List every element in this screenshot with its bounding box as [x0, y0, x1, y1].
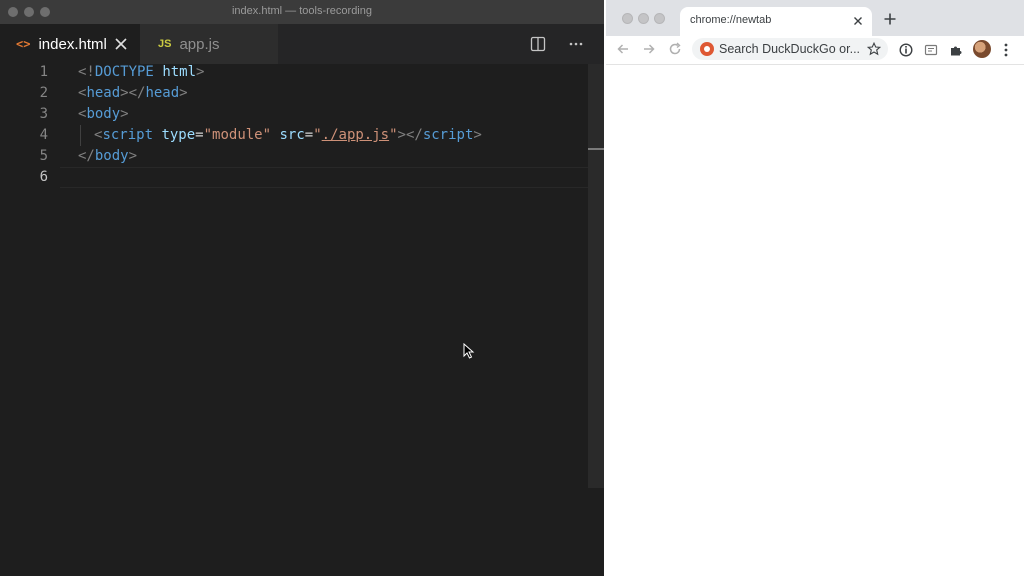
code-editor[interactable]: 1 2 3 4 5 6 <!DOCTYPE html> <head></head…: [0, 64, 604, 576]
line-number: 3: [39, 106, 48, 122]
window-title: index.html — tools-recording: [231, 5, 372, 17]
browser-tab-title: chrome://newtab: [690, 14, 772, 26]
split-editor-icon: [530, 36, 546, 52]
zoom-window-button[interactable]: [654, 13, 665, 24]
code-token: "module": [203, 127, 272, 143]
new-tab-icon[interactable]: [883, 12, 897, 26]
duckduckgo-icon: [700, 42, 714, 56]
code-token: >: [196, 64, 205, 80]
reload-icon[interactable]: [668, 42, 682, 56]
code-token: ": [389, 127, 398, 143]
code-token: type: [161, 127, 196, 143]
back-arrow-icon[interactable]: [616, 42, 630, 56]
code-line-3: <body>: [78, 104, 129, 125]
ellipsis-icon: [569, 42, 583, 46]
js-icon: JS: [158, 38, 172, 50]
close-window-button[interactable]: [622, 13, 633, 24]
close-icon[interactable]: [852, 15, 864, 27]
kebab-menu-icon[interactable]: [1004, 42, 1008, 58]
chrome-toolbar: Search DuckDuckGo or...: [606, 36, 1024, 65]
more-actions-button[interactable]: [566, 34, 586, 54]
chrome-window: chrome://newtab Search DuckDuckGo or...: [606, 0, 1024, 576]
tab-index-html[interactable]: <> index.html: [0, 24, 140, 64]
code-line-2: <head></head>: [78, 83, 188, 104]
code-token: body: [86, 106, 121, 122]
code-token: script: [102, 127, 154, 143]
tab-app-js[interactable]: JS app.js: [140, 24, 278, 64]
star-icon[interactable]: [867, 42, 881, 56]
current-line-highlight: [60, 167, 602, 188]
code-token: src: [279, 127, 305, 143]
profile-avatar[interactable]: [973, 40, 991, 58]
line-number-gutter: 1 2 3 4 5 6: [0, 64, 60, 576]
html-icon: <>: [16, 37, 31, 51]
code-line-1: <!DOCTYPE html>: [78, 62, 204, 83]
info-extension-icon[interactable]: [899, 43, 913, 57]
code-token: =: [195, 127, 204, 143]
code-token: head: [86, 85, 121, 101]
browser-tab[interactable]: chrome://newtab: [680, 7, 872, 36]
code-token: >: [179, 85, 188, 101]
tab-label: index.html: [38, 35, 107, 53]
code-token: ></: [397, 127, 423, 143]
file-link[interactable]: ./app.js: [322, 127, 389, 143]
code-token: >: [128, 148, 138, 164]
chrome-tab-strip: chrome://newtab: [606, 0, 1024, 36]
vertical-scrollbar[interactable]: [588, 64, 604, 488]
indent-guide: [80, 125, 81, 146]
code-token: >: [120, 106, 129, 122]
close-icon[interactable]: [114, 37, 128, 51]
puzzle-extensions-icon[interactable]: [949, 43, 963, 57]
reader-extension-icon[interactable]: [924, 43, 938, 57]
address-bar-placeholder: Search DuckDuckGo or...: [719, 42, 861, 56]
code-token: <!: [78, 64, 95, 80]
mouse-cursor-icon: [463, 343, 475, 359]
code-token: =: [304, 127, 314, 143]
minimize-window-button[interactable]: [638, 13, 649, 24]
code-token: head: [145, 85, 180, 101]
code-line-4: <script type="module" src="./app.js"></s…: [94, 125, 482, 146]
code-token: script: [422, 127, 474, 143]
address-bar[interactable]: Search DuckDuckGo or...: [692, 38, 888, 60]
tab-label: app.js: [179, 35, 220, 53]
code-token: body: [94, 148, 129, 164]
line-number-current: 6: [39, 169, 48, 185]
editor-actions: [528, 34, 586, 54]
line-number: 2: [39, 85, 48, 101]
code-token: ></: [120, 85, 146, 101]
code-token: ": [313, 127, 322, 143]
forward-arrow-icon[interactable]: [642, 42, 656, 56]
code-token: >: [473, 127, 482, 143]
split-editor-button[interactable]: [528, 34, 548, 54]
vscode-window: index.html — tools-recording <> index.ht…: [0, 0, 604, 576]
line-number: 5: [39, 148, 48, 164]
code-token: DOCTYPE: [94, 64, 154, 80]
line-number: 1: [39, 64, 48, 80]
vscode-titlebar: index.html — tools-recording: [0, 0, 604, 25]
code-token: html: [162, 64, 197, 80]
code-line-5: </body>: [78, 146, 137, 167]
scrollbar-cursor-marker: [588, 148, 604, 150]
editor-tab-bar: <> index.html JS app.js: [0, 24, 604, 64]
code-token: </: [78, 148, 95, 164]
line-number: 4: [39, 127, 48, 143]
